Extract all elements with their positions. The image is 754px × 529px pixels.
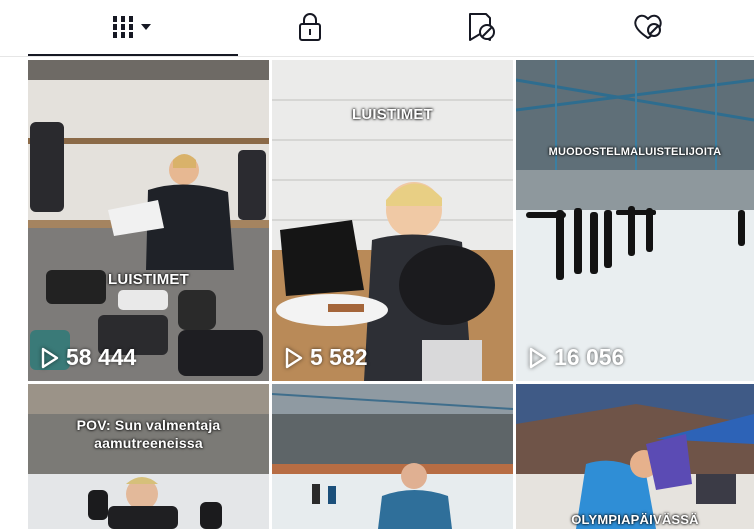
video-thumbnail xyxy=(516,384,754,529)
video-tile-2[interactable]: LUISTIMET 5 582 xyxy=(272,60,513,381)
video-tile-3[interactable]: MUODOSTELMALUISTELIJOITA 16 056 xyxy=(516,60,754,381)
video-caption: MUODOSTELMALUISTELIJOITA xyxy=(548,146,722,158)
view-count: 5 582 xyxy=(284,344,368,371)
video-caption-line: aamutreeneissa xyxy=(94,435,203,451)
video-tile-5[interactable] xyxy=(272,384,513,529)
heart-hidden-icon xyxy=(634,14,662,39)
view-count: 16 056 xyxy=(528,344,624,371)
view-count-value: 5 582 xyxy=(310,344,368,370)
video-caption: OLYMPIAPÄIVÄSSÄ xyxy=(571,512,699,527)
video-thumbnail xyxy=(272,384,513,529)
repost-hidden-icon xyxy=(469,13,495,41)
tab-reposts[interactable] xyxy=(425,0,535,54)
tab-private[interactable] xyxy=(255,0,365,54)
lock-icon xyxy=(299,13,321,41)
play-icon xyxy=(285,347,303,368)
video-tile-4[interactable]: POV: Sun valmentaja aamutreeneissa xyxy=(28,384,269,529)
video-tile-1[interactable]: LUISTIMET 58 444 xyxy=(28,60,269,381)
play-icon xyxy=(529,347,547,368)
tab-liked[interactable] xyxy=(593,0,703,54)
grid-icon xyxy=(113,16,151,38)
video-thumbnail xyxy=(28,60,269,381)
video-tile-6[interactable]: OLYMPIAPÄIVÄSSÄ xyxy=(516,384,754,529)
video-caption: LUISTIMET xyxy=(352,106,433,123)
view-count-value: 58 444 xyxy=(66,344,137,370)
video-caption: POV: Sun valmentaja aamutreeneissa xyxy=(28,416,269,452)
video-caption-line: POV: Sun valmentaja xyxy=(76,417,221,433)
profile-tab-bar xyxy=(0,0,754,56)
view-count-value: 16 056 xyxy=(554,344,625,370)
video-grid: LUISTIMET 58 444 LUISTIMET 5 582 MUODOST… xyxy=(0,57,754,529)
play-icon xyxy=(41,347,59,368)
video-thumbnail xyxy=(516,60,754,381)
tab-videos[interactable] xyxy=(78,0,188,54)
view-count: 58 444 xyxy=(40,344,136,371)
video-thumbnail xyxy=(28,384,269,529)
chevron-down-icon xyxy=(141,24,151,30)
video-caption: LUISTIMET xyxy=(108,271,189,288)
